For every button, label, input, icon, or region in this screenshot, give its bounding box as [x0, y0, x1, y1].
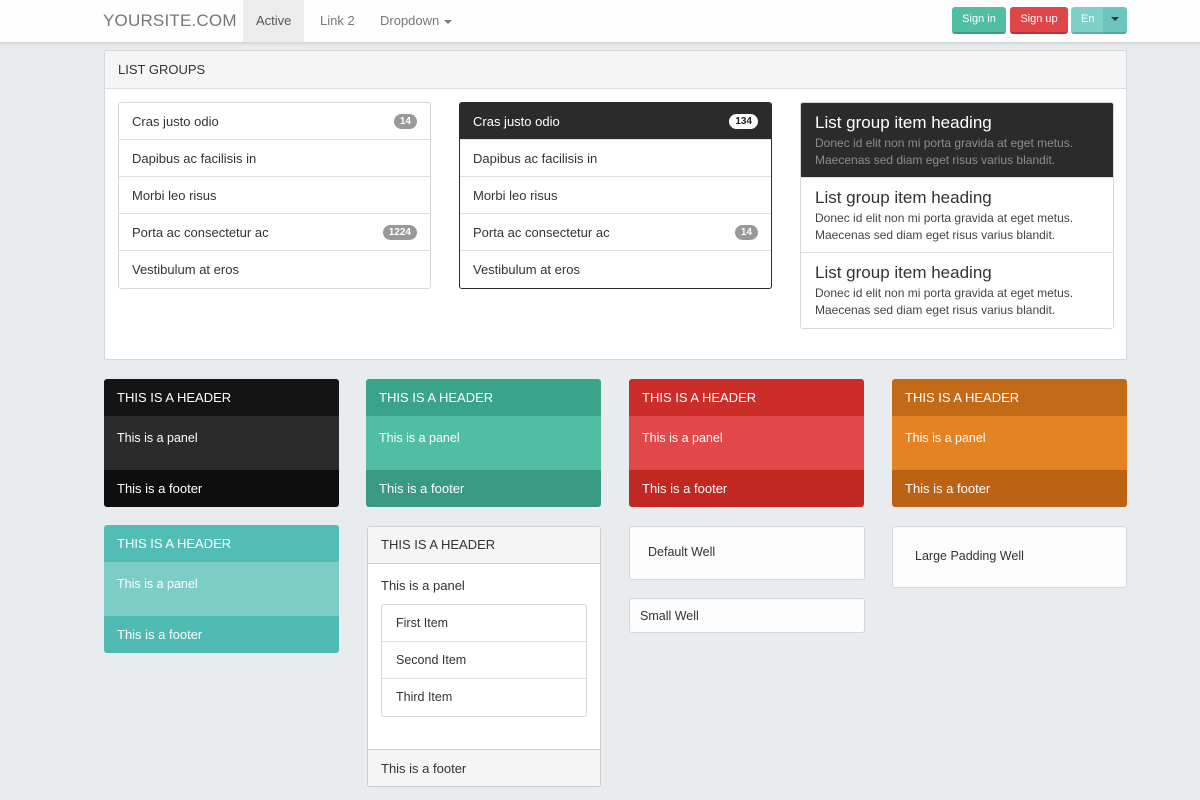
panel-footer: This is a footer [104, 470, 339, 507]
panel-body: This is a panel [381, 578, 465, 593]
large-padding-well: Large Padding Well [892, 526, 1127, 588]
nav-link-active[interactable]: Active [243, 0, 305, 42]
list-item-text: Donec id elit non mi porta gravida at eg… [815, 211, 1074, 225]
list-item[interactable]: Morbi leo risus [119, 177, 430, 214]
list-item-label: Porta ac consectetur ac [132, 225, 269, 240]
count-badge: 134 [729, 114, 758, 129]
count-badge: 14 [734, 225, 758, 240]
list-item-text: Maecenas sed diam eget risus varius blan… [815, 153, 1056, 167]
caret-down-icon [444, 19, 453, 24]
sign-in-button[interactable]: Sign in [952, 7, 1006, 34]
list-item-active[interactable]: Cras justo odio 134 [460, 103, 771, 140]
list-groups-panel: LIST GROUPS Cras justo odio 14 Dapibus ac… [104, 50, 1127, 360]
list-item[interactable]: Vestibulum at eros [460, 251, 771, 288]
panel-header: THIS IS A HEADER [104, 525, 339, 562]
panel-footer: This is a footer [629, 470, 864, 507]
panel-red: THIS IS A HEADER This is a panel This is… [629, 379, 864, 507]
panel-default-with-list: THIS IS A HEADER This is a panel First I… [367, 526, 601, 787]
list-group-2: Cras justo odio 134 Dapibus ac facilisis … [459, 102, 772, 289]
panel-footer: This is a footer [104, 616, 339, 653]
panel-dark: THIS IS A HEADER This is a panel This is… [104, 379, 339, 507]
sign-up-button[interactable]: Sign up [1010, 7, 1068, 34]
list-item-text: Maecenas sed diam eget risus varius blan… [815, 228, 1056, 242]
list-item-heading: List group item heading [815, 263, 992, 282]
list-item[interactable]: Porta ac consectetur ac 14 [460, 214, 771, 251]
small-well: Small Well [629, 598, 865, 633]
list-item-text: Donec id elit non mi porta gravida at eg… [815, 136, 1074, 150]
panel-header: THIS IS A HEADER [104, 379, 339, 416]
count-badge: 14 [393, 114, 417, 129]
count-badge: 1224 [382, 225, 417, 240]
panel-header: THIS IS A HEADER [366, 379, 601, 416]
list-item[interactable]: Cras justo odio 14 [119, 103, 430, 140]
nav-link-label: Dropdown [380, 13, 440, 28]
panel-header: THIS IS A HEADER [629, 379, 864, 416]
list-group-1: Cras justo odio 14 Dapibus ac facilisis i… [118, 102, 431, 289]
panel-footer: This is a footer [368, 749, 600, 786]
panel-list-group: First Item Second Item Third Item [381, 604, 587, 717]
list-item-label: Porta ac consectetur ac [473, 225, 610, 240]
panel-footer: This is a footer [892, 470, 1127, 507]
nav-link-label: Link 2 [320, 13, 355, 28]
list-item-heading: List group item heading [815, 113, 992, 132]
list-item[interactable]: Porta ac consectetur ac 1224 [119, 214, 430, 251]
panel-green: THIS IS A HEADER This is a panel This is… [366, 379, 601, 507]
panel-header: THIS IS A HEADER [368, 527, 600, 564]
panel-body: This is a panel [629, 416, 864, 470]
list-item-label: Cras justo odio [473, 114, 560, 129]
list-item-text: Maecenas sed diam eget risus varius blan… [815, 303, 1056, 317]
list-item-heading: List group item heading [815, 188, 992, 207]
list-group-3: List group item heading Donec id elit no… [800, 102, 1114, 329]
list-item[interactable]: Vestibulum at eros [119, 251, 430, 288]
top-navbar: YOURSITE.COM Active Link 2 Dropdown Sign… [0, 0, 1200, 43]
panel-header: THIS IS A HEADER [892, 379, 1127, 416]
default-well: Default Well [629, 526, 865, 580]
list-item-label: Cras justo odio [132, 114, 219, 129]
list-item[interactable]: Dapibus ac facilisis in [460, 140, 771, 177]
list-item-text: Donec id elit non mi porta gravida at eg… [815, 286, 1074, 300]
nav-dropdown[interactable]: Dropdown [367, 0, 465, 42]
panel-body: This is a panel [104, 562, 339, 616]
list-item[interactable]: Morbi leo risus [460, 177, 771, 214]
list-item-label: Morbi leo risus [132, 188, 217, 203]
nav-link-2[interactable]: Link 2 [307, 0, 368, 42]
panel-body: This is a panel [892, 416, 1127, 470]
list-item-label: Dapibus ac facilisis in [473, 151, 598, 166]
list-item[interactable]: Second Item [382, 642, 586, 679]
panel-body: This is a panel [104, 416, 339, 470]
list-groups-title: LIST GROUPS [105, 51, 1126, 89]
list-item-label: Vestibulum at eros [132, 262, 239, 277]
panel-footer: This is a footer [366, 470, 601, 507]
brand-logo[interactable]: YOURSITE.COM [103, 11, 237, 31]
list-item-label: Dapibus ac facilisis in [132, 151, 257, 166]
caret-down-icon [1111, 17, 1119, 22]
language-button[interactable]: En [1071, 7, 1103, 34]
list-item[interactable]: Third Item [382, 679, 586, 716]
list-item[interactable]: First Item [382, 605, 586, 642]
nav-link-label: Active [256, 13, 292, 28]
rich-list-item-active[interactable]: List group item heading Donec id elit no… [801, 103, 1113, 178]
language-dropdown-toggle[interactable] [1103, 7, 1127, 34]
panel-teal: THIS IS A HEADER This is a panel This is… [104, 525, 339, 653]
panel-orange: THIS IS A HEADER This is a panel This is… [892, 379, 1127, 507]
rich-list-item[interactable]: List group item heading Donec id elit no… [801, 253, 1113, 328]
list-item[interactable]: Dapibus ac facilisis in [119, 140, 430, 177]
list-item-label: Morbi leo risus [473, 188, 558, 203]
rich-list-item[interactable]: List group item heading Donec id elit no… [801, 178, 1113, 253]
list-item-label: Vestibulum at eros [473, 262, 580, 277]
panel-body: This is a panel [366, 416, 601, 470]
